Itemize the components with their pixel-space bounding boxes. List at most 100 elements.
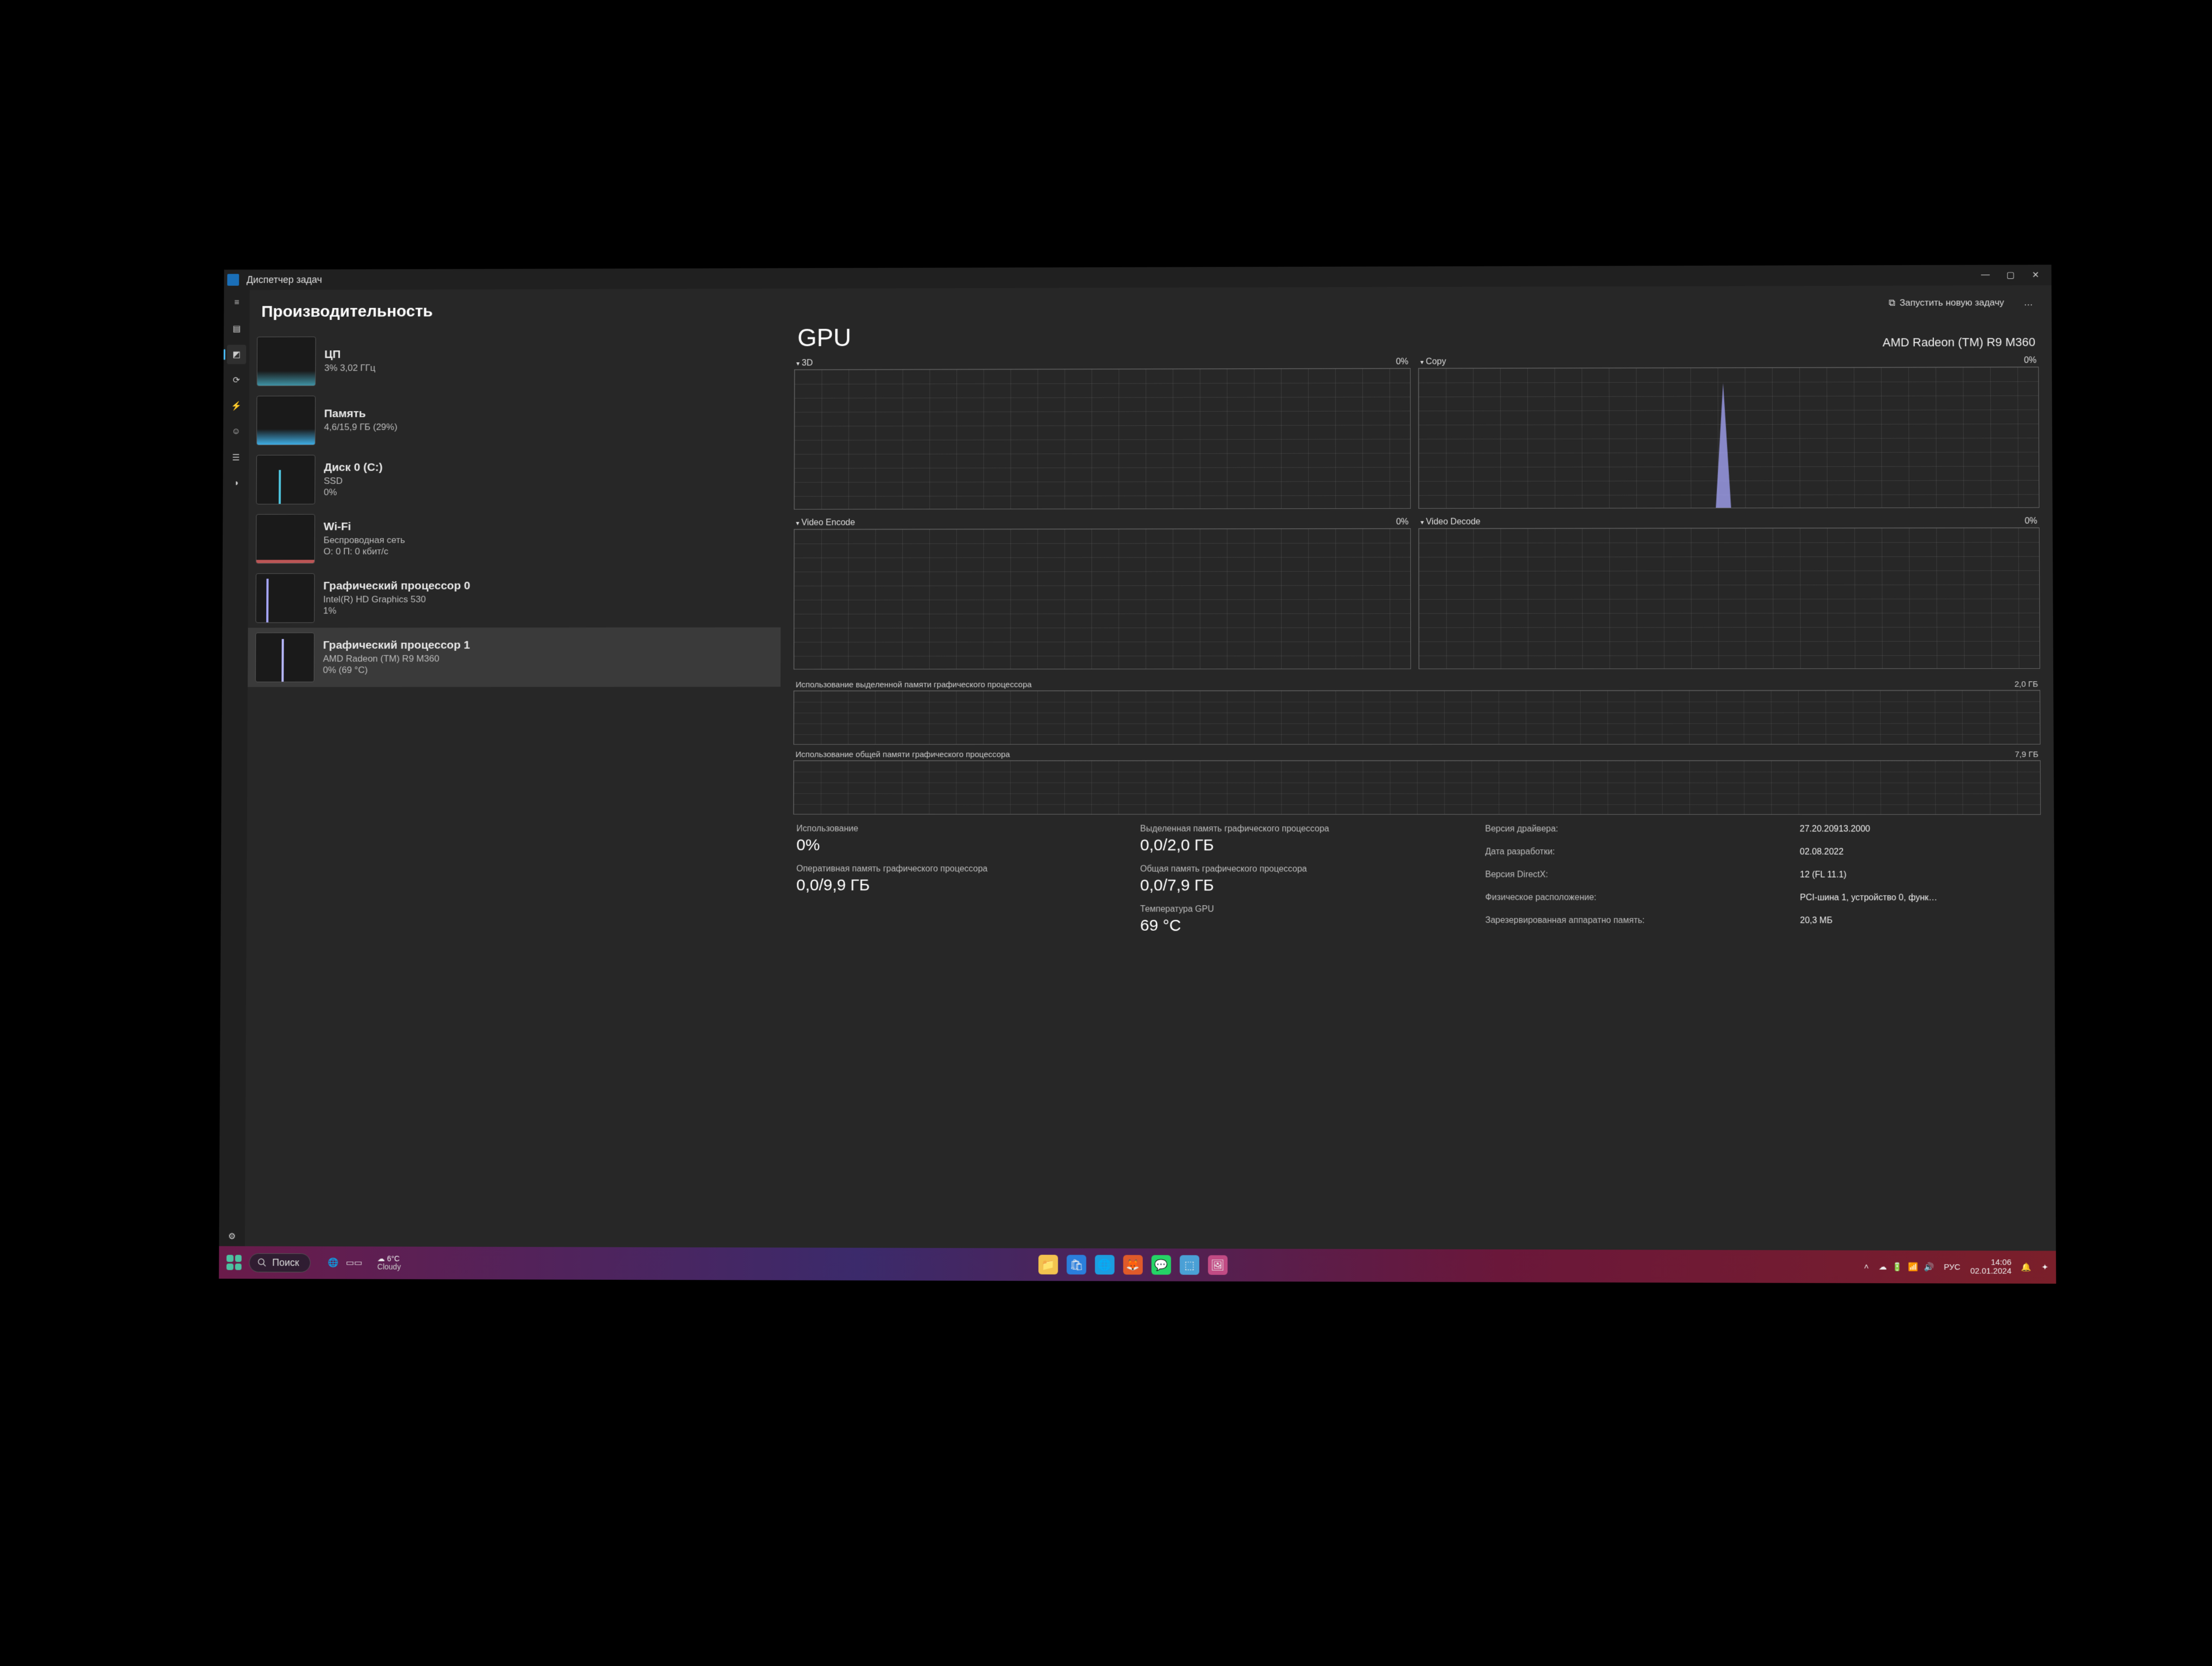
chart-vdec-pct: 0%	[2024, 516, 2037, 526]
notifications-icon[interactable]: 🔔	[2021, 1262, 2031, 1272]
search-placeholder: Поиск	[272, 1257, 299, 1268]
onedrive-icon[interactable]: ☁	[1879, 1262, 1887, 1272]
maximize-button[interactable]: ▢	[1998, 267, 2023, 283]
search-icon	[257, 1258, 267, 1267]
chart-vdec-graph	[1418, 527, 2040, 669]
dedicated-value: 0,0/2,0 ГБ	[1140, 836, 1471, 855]
cpu-thumb-chart	[256, 337, 316, 386]
chart-copy-pct: 0%	[2024, 356, 2036, 366]
sidebar-item-wifi[interactable]: Wi-Fi Беспроводная сеть О: 0 П: 0 кбит/с	[248, 509, 781, 569]
minimize-button[interactable]: —	[1973, 267, 1998, 283]
sidebar-item-gpu0[interactable]: Графический процессор 0 Intel(R) HD Grap…	[248, 568, 781, 627]
chart-venc-pct: 0%	[1396, 517, 1409, 527]
sidebar-item-memory[interactable]: Память 4,6/15,9 ГБ (29%)	[249, 390, 781, 450]
whatsapp-icon[interactable]: 💬	[1152, 1255, 1171, 1274]
chart-3d[interactable]: ▾3D 0%	[794, 356, 1411, 510]
memory-title: Память	[324, 407, 397, 420]
app-icon-1[interactable]: ⬚	[1180, 1255, 1199, 1274]
chevron-down-icon[interactable]: ▾	[1420, 518, 1424, 526]
gpu0-thumb-chart	[255, 573, 314, 623]
edge-icon[interactable]: 🌐	[1095, 1255, 1115, 1274]
services-tab-icon[interactable]: ◑	[226, 474, 246, 494]
explorer-icon[interactable]: 📁	[1038, 1255, 1058, 1274]
dedicated-mem-graph	[793, 690, 2040, 745]
processes-tab-icon[interactable]: ▤	[227, 319, 247, 338]
cpu-title: ЦП	[324, 348, 375, 361]
driver-date-v: 02.08.2022	[1800, 848, 2038, 867]
performance-tab-icon[interactable]: ◩	[227, 345, 246, 364]
dedicated-mem-strip: Использование выделенной памяти графичес…	[793, 678, 2040, 745]
weather-cond: Cloudy	[377, 1263, 401, 1271]
cpu-sub: 3% 3,02 ГГц	[324, 362, 375, 374]
shared-label: Общая память графического процессора	[1140, 864, 1471, 874]
chevron-down-icon[interactable]: ▾	[1420, 358, 1424, 366]
taskbar-search[interactable]: Поиск	[249, 1253, 310, 1272]
taskbar-weather[interactable]: ☁ 6°C Cloudy	[377, 1255, 401, 1271]
app-icon	[227, 274, 239, 286]
chart-3d-pct: 0%	[1396, 357, 1409, 367]
more-button[interactable]: …	[2018, 294, 2039, 311]
disk-title: Диск 0 (C:)	[324, 461, 383, 474]
settings-icon[interactable]: ⚙	[222, 1227, 242, 1246]
start-button[interactable]	[227, 1255, 242, 1270]
memory-sub: 4,6/15,9 ГБ (29%)	[324, 421, 397, 433]
chart-venc-graph	[794, 528, 1411, 669]
chart-video-decode[interactable]: ▾Video Decode 0%	[1418, 515, 2040, 669]
store-icon[interactable]: 🛍	[1066, 1255, 1086, 1274]
wifi-sub: Беспроводная сеть О: 0 П: 0 кбит/с	[324, 534, 406, 557]
details-tab-icon[interactable]: ☰	[226, 448, 246, 467]
new-task-icon: ⧉	[1889, 298, 1895, 309]
weather-temp: 6°C	[387, 1254, 400, 1263]
new-task-label: Запустить новую задачу	[1900, 297, 2004, 308]
chevron-down-icon[interactable]: ▾	[796, 360, 800, 367]
run-new-task-button[interactable]: ⧉ Запустить новую задачу	[1883, 294, 2009, 312]
chart-copy-label: Copy	[1426, 357, 1446, 367]
history-tab-icon[interactable]: ⟳	[227, 370, 246, 390]
tray-expand-icon[interactable]: ˄	[1864, 1262, 1869, 1271]
shared-mem-cap: 7,9 ГБ	[2015, 750, 2038, 759]
app-icon-2[interactable]: 🖼	[1208, 1255, 1227, 1275]
battery-icon[interactable]: 🔋	[1892, 1262, 1902, 1272]
task-manager-window: Диспетчер задач — ▢ ✕ ≡ ▤ ◩ ⟳ ⚡ ☺ ☰ ◑ ⚙	[219, 265, 2056, 1251]
shared-mem-label: Использование общей памяти графического …	[795, 750, 1010, 759]
taskbar-clock[interactable]: 14:06 02.01.2024	[1970, 1258, 2011, 1277]
performance-sidebar: Производительность ЦП 3% 3,02 ГГц Память…	[245, 289, 782, 1247]
chevron-down-icon[interactable]: ▾	[796, 520, 799, 527]
taskbar-pinned-apps: 📁 🛍 🌐 🦊 💬 ⬚ 🖼	[1038, 1255, 1227, 1275]
directx-k: Версия DirectX:	[1485, 870, 1785, 889]
chart-copy-graph	[1418, 367, 2040, 509]
chart-video-encode[interactable]: ▾Video Encode 0%	[794, 516, 1411, 669]
volume-icon[interactable]: 🔊	[1924, 1262, 1934, 1272]
sidebar-item-disk0[interactable]: Диск 0 (C:) SSD 0%	[249, 449, 781, 509]
taskbar-news-widget[interactable]: 🌐	[327, 1257, 338, 1268]
hw-reserved-k: Зарезервированная аппаратно память:	[1486, 916, 1786, 936]
gpu-info-values: 27.20.20913.2000 02.08.2022 12 (FL 11.1)…	[1800, 824, 2039, 935]
chart-vdec-label: Video Decode	[1426, 517, 1480, 527]
sidebar-item-gpu1[interactable]: Графический процессор 1 AMD Radeon (TM) …	[248, 627, 781, 687]
clock-date: 02.01.2024	[1970, 1267, 2011, 1276]
copilot-icon[interactable]: ✦	[2041, 1263, 2048, 1272]
location-v: PCI-шина 1, устройство 0, функ…	[1800, 893, 2038, 913]
temp-label: Температура GPU	[1140, 905, 1471, 914]
main-title: GPU	[798, 323, 851, 352]
task-view-icon[interactable]: ▭▭	[346, 1257, 362, 1268]
temp-value: 69 °C	[1140, 917, 1471, 935]
sidebar-item-cpu[interactable]: ЦП 3% 3,02 ГГц	[249, 331, 782, 391]
gpu-ram-value: 0,0/9,9 ГБ	[796, 876, 1126, 895]
wifi-icon[interactable]: 📶	[1908, 1262, 1918, 1272]
chart-copy[interactable]: ▾Copy 0%	[1418, 355, 2040, 509]
keyboard-lang[interactable]: РУС	[1944, 1263, 1960, 1272]
taskbar[interactable]: Поиск 🌐 ▭▭ ☁ 6°C Cloudy 📁 🛍 🌐 🦊 💬 ⬚ 🖼 ˄ …	[219, 1246, 2056, 1284]
hamburger-icon[interactable]: ≡	[227, 293, 247, 313]
close-button[interactable]: ✕	[2023, 267, 2048, 283]
gpu-ram-label: Оперативная память графического процессо…	[796, 864, 1126, 874]
chart-venc-label: Video Encode	[801, 518, 855, 528]
shared-mem-graph	[793, 760, 2041, 815]
startup-tab-icon[interactable]: ⚡	[227, 396, 246, 416]
users-tab-icon[interactable]: ☺	[227, 422, 246, 441]
wifi-title: Wi-Fi	[324, 520, 406, 533]
disk-sub: SSD 0%	[324, 475, 383, 498]
firefox-icon[interactable]: 🦊	[1123, 1255, 1143, 1274]
hw-reserved-v: 20,3 МБ	[1800, 916, 2038, 936]
gpu-info-keys: Версия драйвера: Дата разработки: Версия…	[1485, 824, 1786, 935]
